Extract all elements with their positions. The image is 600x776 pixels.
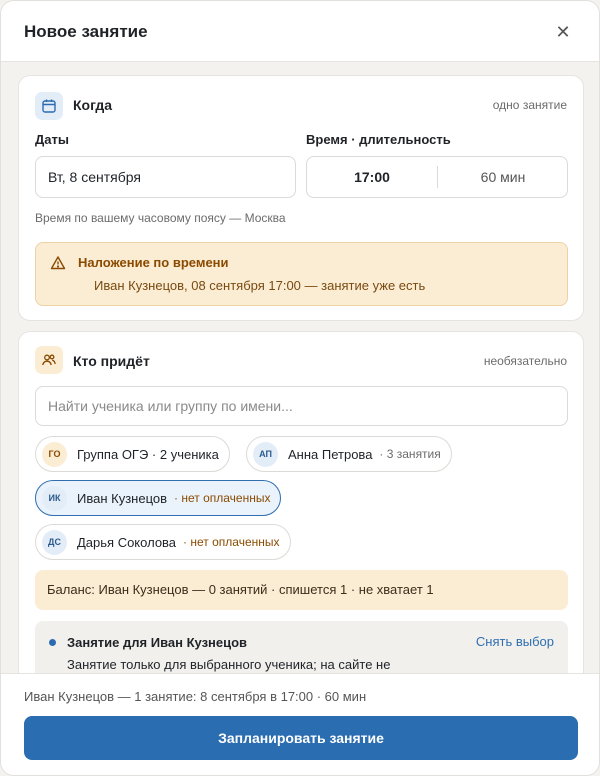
timezone-note: Время по вашему часовому поясу — Москва [35, 211, 286, 225]
calendar-icon [35, 92, 63, 120]
lesson-target-panel: Занятие для Иван Кузнецов Снять выбор За… [35, 621, 568, 673]
chip-meta: · нет оплаченных [183, 535, 280, 549]
status-dot [49, 639, 56, 646]
schedule-lesson-button[interactable]: Запланировать занятие [24, 716, 578, 760]
chip-name: Дарья Соколова [77, 534, 177, 550]
warning-text: Иван Кузнецов, 08 сентября 17:00 — занят… [94, 278, 426, 293]
chip-name: Иван Кузнецов [77, 490, 168, 506]
balance-note: Баланс: Иван Кузнецов — 0 занятий · спиш… [35, 570, 568, 610]
duration-input[interactable]: 60 мин [438, 157, 568, 197]
warning-title: Наложение по времени [78, 255, 229, 270]
who-card: Кто придёт необязательно ГО Группа ОГЭ ·… [18, 331, 584, 673]
who-title: Кто придёт [73, 353, 150, 369]
lesson-target-text: Занятие только для выбранного ученика; н… [67, 657, 391, 672]
dialog-body[interactable]: Когда одно занятие Даты Время · длительн… [1, 62, 599, 673]
avatar: ИК [42, 485, 67, 511]
time-label: Время · длительность [306, 132, 451, 147]
chip-ivan-kuznetsov[interactable]: ИК Иван Кузнецов · нет оплаченных [35, 480, 282, 516]
when-hint: одно занятие [492, 98, 567, 112]
dialog-title: Новое занятие [24, 22, 148, 41]
dialog-header: Новое занятие ✕ [1, 1, 599, 62]
dates-label: Даты [35, 132, 69, 147]
avatar: ДС [42, 529, 67, 555]
chip-anna-petrova[interactable]: АП Анна Петрова · 3 занятия [246, 436, 452, 472]
warning-icon [50, 256, 66, 270]
student-search-input[interactable] [35, 386, 568, 426]
lesson-target-title: Занятие для Иван Кузнецов [67, 635, 248, 650]
avatar: АП [253, 441, 278, 467]
who-hint: необязательно [483, 354, 567, 368]
chip-meta: · нет оплаченных [174, 491, 271, 505]
time-input[interactable]: 17:00 [307, 157, 437, 197]
chip-darya-sokolova[interactable]: ДС Дарья Соколова · нет оплаченных [35, 524, 291, 560]
chip-name: Анна Петрова [288, 446, 373, 462]
chip-group-oge[interactable]: ГО Группа ОГЭ · 2 ученика [35, 436, 230, 472]
new-lesson-dialog: Новое занятие ✕ Когда одно занятие Даты … [0, 0, 600, 776]
overlap-warning: Наложение по времени Иван Кузнецов, 08 с… [35, 242, 568, 306]
time-duration-field: 17:00 60 мин [306, 156, 568, 198]
users-icon [35, 346, 63, 374]
date-field[interactable]: Вт, 8 сентября [35, 156, 296, 198]
lesson-summary: Иван Кузнецов — 1 занятие: 8 сентября в … [24, 689, 367, 704]
chip-meta: · 3 занятия [379, 447, 441, 461]
close-icon[interactable]: ✕ [551, 21, 575, 45]
avatar: ГО [42, 441, 67, 467]
when-card: Когда одно занятие Даты Время · длительн… [18, 75, 584, 321]
clear-selection-link[interactable]: Снять выбор [476, 634, 554, 649]
when-title: Когда [73, 97, 113, 113]
chip-name: Группа ОГЭ · 2 ученика [77, 446, 219, 462]
dialog-footer: Иван Кузнецов — 1 занятие: 8 сентября в … [1, 673, 599, 775]
